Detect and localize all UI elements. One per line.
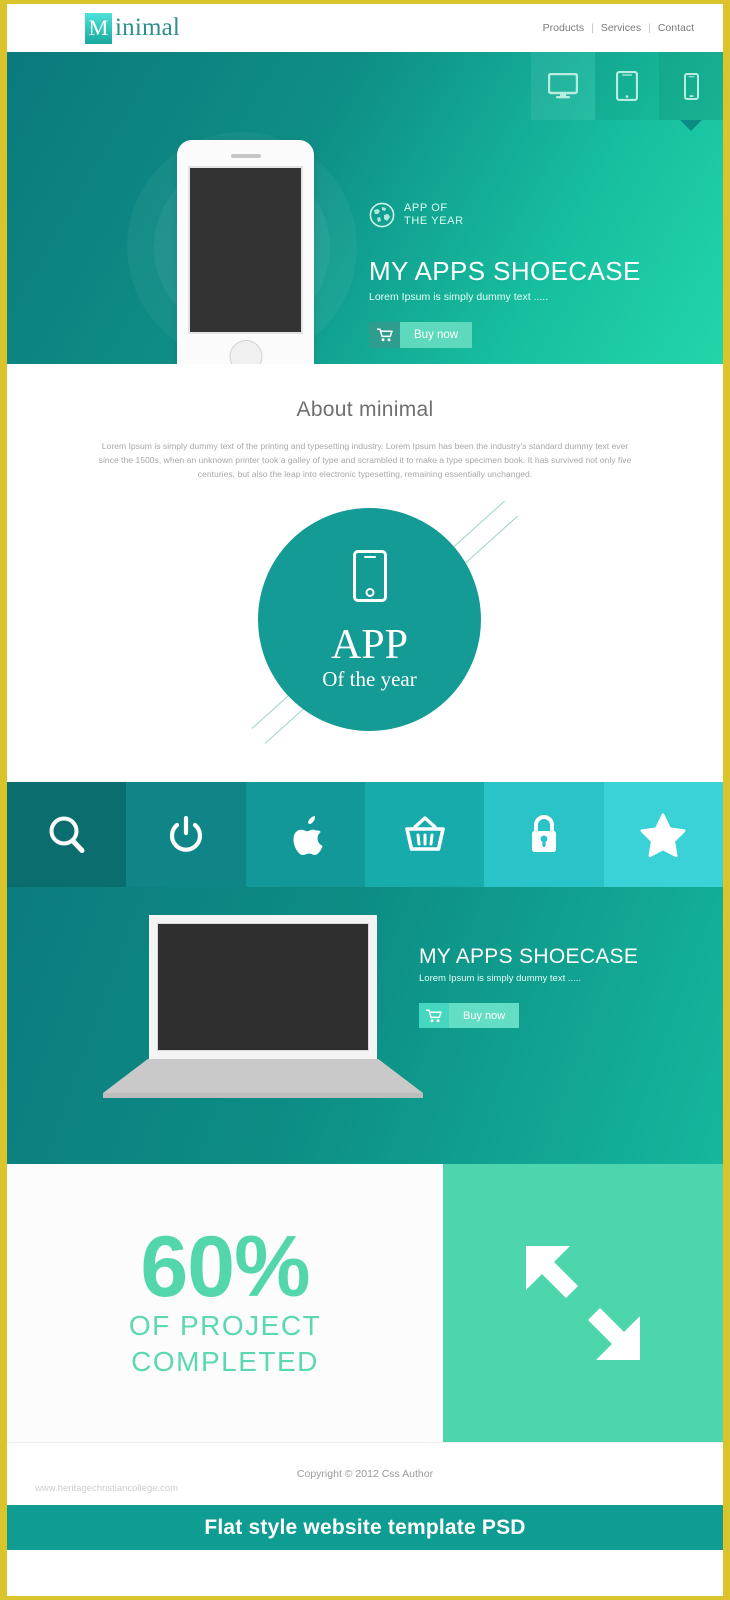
laptop-showcase-section: MY APPS SHOECASE Lorem Ipsum is simply d… bbox=[7, 887, 723, 1164]
page-frame: M inimal Products | Services | Contact A… bbox=[0, 0, 730, 1600]
showcase2-buy-now-button[interactable]: Buy now bbox=[419, 1003, 520, 1028]
icon-cell-star[interactable] bbox=[603, 782, 723, 887]
laptop-mockup bbox=[103, 915, 423, 1098]
bottom-banner: Flat style website template PSD bbox=[7, 1505, 723, 1550]
nav-item-contact[interactable]: Contact bbox=[651, 22, 701, 34]
phone-speaker bbox=[230, 154, 261, 158]
hero-section: APP OF THE YEAR MY APPS SHOECASE Lorem I… bbox=[7, 52, 723, 364]
app-of-the-year-circle: APP Of the year bbox=[258, 508, 481, 731]
showcase2-subtitle: Lorem Ipsum is simply dummy text ..... bbox=[419, 973, 582, 984]
logo-mark: M bbox=[85, 12, 112, 44]
app-badge-title: APP bbox=[330, 622, 409, 668]
hero-phone-mockup bbox=[177, 140, 314, 364]
badge-line-2: THE YEAR bbox=[404, 215, 464, 227]
progress-stat: 60% OF PROJECT COMPLETED bbox=[7, 1164, 443, 1442]
cart-icon bbox=[369, 322, 400, 348]
active-tab-pointer bbox=[680, 120, 702, 131]
phone-screen bbox=[188, 166, 303, 334]
mobile-icon bbox=[683, 72, 699, 100]
device-tab-desktop[interactable] bbox=[531, 52, 595, 120]
basket-icon bbox=[404, 815, 445, 851]
progress-percent: 60% bbox=[140, 1219, 310, 1315]
desktop-icon bbox=[548, 73, 578, 99]
badge-text: APP OF THE YEAR bbox=[404, 202, 464, 228]
icon-cell-basket[interactable] bbox=[364, 782, 485, 887]
progress-section: 60% OF PROJECT COMPLETED bbox=[7, 1164, 723, 1442]
logo-text: inimal bbox=[115, 14, 181, 41]
icon-cell-apple[interactable] bbox=[245, 782, 365, 887]
laptop-showcase-copy: MY APPS SHOECASE Lorem Ipsum is simply d… bbox=[419, 945, 709, 1028]
copyright-text: Copyright © 2012 Css Author bbox=[296, 1468, 434, 1480]
mobile-phone-icon bbox=[352, 550, 387, 602]
star-icon bbox=[640, 813, 686, 857]
icon-bar bbox=[7, 782, 723, 887]
hero-buy-now-button[interactable]: Buy now bbox=[369, 322, 473, 348]
showcase2-title: MY APPS SHOECASE bbox=[419, 945, 639, 968]
main-nav: Products | Services | Contact bbox=[536, 22, 701, 34]
progress-line-2: COMPLETED bbox=[131, 1346, 319, 1377]
footer: Copyright © 2012 Css Author www.heritage… bbox=[7, 1442, 723, 1505]
about-section: About minimal Lorem Ipsum is simply dumm… bbox=[7, 364, 723, 782]
device-tabs bbox=[531, 52, 723, 131]
app-badge-subtitle: Of the year bbox=[322, 667, 417, 691]
nav-item-products[interactable]: Products bbox=[536, 22, 591, 34]
hero-buy-now-label: Buy now bbox=[400, 322, 473, 348]
showcase2-buy-now-label: Buy now bbox=[449, 1003, 520, 1028]
apple-icon bbox=[293, 815, 323, 855]
badge-line-1: APP OF bbox=[404, 202, 448, 214]
hero-subtitle: Lorem Ipsum is simply dummy text ..... bbox=[369, 291, 549, 303]
app-of-the-year-badge: APP OF THE YEAR bbox=[369, 202, 699, 228]
about-badge-wrap: APP Of the year bbox=[7, 493, 723, 758]
device-tab-tablet[interactable] bbox=[595, 52, 659, 120]
tablet-icon bbox=[616, 71, 638, 101]
expand-arrows-icon bbox=[526, 1246, 640, 1360]
lock-icon bbox=[531, 814, 556, 852]
laptop-screen bbox=[157, 923, 369, 1051]
cart-icon bbox=[419, 1003, 449, 1028]
site-header: M inimal Products | Services | Contact bbox=[7, 4, 723, 52]
laptop-lid bbox=[149, 915, 377, 1059]
device-tab-mobile[interactable] bbox=[659, 52, 723, 131]
power-icon bbox=[169, 815, 203, 852]
phone-home-button bbox=[229, 340, 262, 364]
laptop-base-trapezoid bbox=[103, 1059, 423, 1093]
nav-item-services[interactable]: Services bbox=[594, 22, 648, 34]
page-inner: M inimal Products | Services | Contact A… bbox=[7, 4, 723, 1596]
search-icon bbox=[49, 816, 85, 853]
bottom-banner-text: Flat style website template PSD bbox=[204, 1515, 526, 1539]
hero-copy: APP OF THE YEAR MY APPS SHOECASE Lorem I… bbox=[369, 202, 699, 348]
laptop-base-lip bbox=[103, 1093, 423, 1098]
icon-cell-lock[interactable] bbox=[484, 782, 604, 887]
icon-cell-power[interactable] bbox=[126, 782, 246, 887]
laptop-base bbox=[103, 1059, 423, 1098]
icon-cell-search[interactable] bbox=[7, 782, 127, 887]
logo[interactable]: M inimal bbox=[85, 12, 181, 44]
globe-icon bbox=[369, 202, 395, 228]
about-paragraph: Lorem Ipsum is simply dummy text of the … bbox=[98, 441, 632, 479]
progress-line-1: OF PROJECT bbox=[128, 1310, 322, 1341]
expand-panel[interactable] bbox=[443, 1164, 723, 1442]
about-heading: About minimal bbox=[296, 398, 434, 421]
hero-title: MY APPS SHOECASE bbox=[369, 256, 641, 286]
watermark-text: www.heritagechristiancollege.com bbox=[35, 1483, 179, 1494]
